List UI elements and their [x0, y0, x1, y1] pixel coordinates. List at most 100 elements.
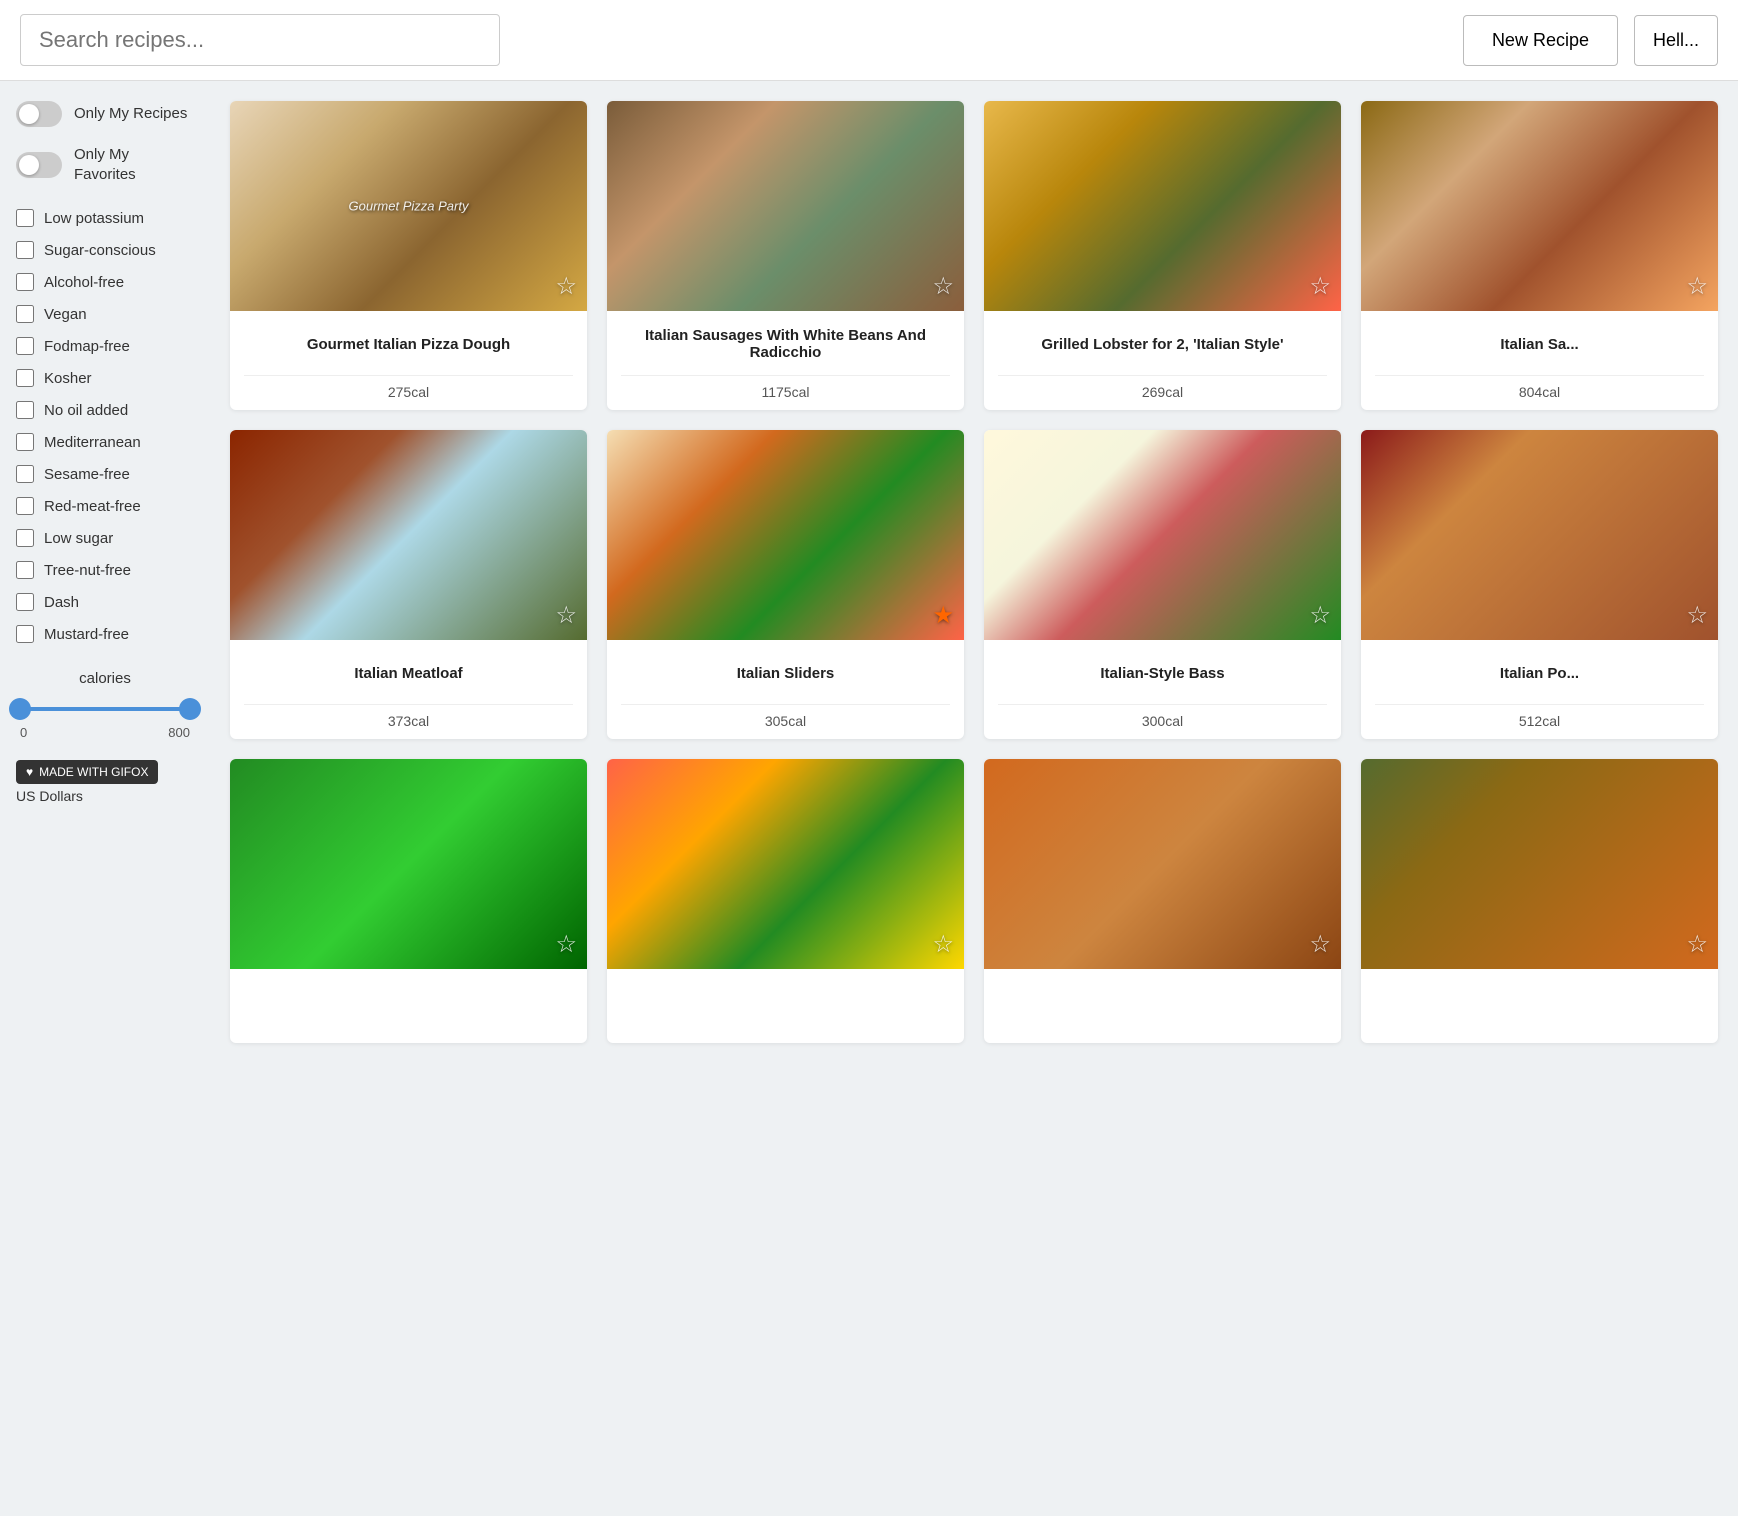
filter-label-tree-nut-free: Tree-nut-free — [44, 562, 131, 579]
filter-item-dash[interactable]: Dash — [16, 586, 194, 618]
favorite-star[interactable]: ☆ — [932, 930, 954, 959]
recipe-image — [984, 101, 1341, 311]
filter-item-red-meat-free[interactable]: Red-meat-free — [16, 490, 194, 522]
favorite-star[interactable]: ☆ — [932, 272, 954, 301]
filter-item-tree-nut-free[interactable]: Tree-nut-free — [16, 554, 194, 586]
filter-checkbox-fodmap-free[interactable] — [16, 337, 34, 355]
filter-item-mediterranean[interactable]: Mediterranean — [16, 426, 194, 458]
recipe-calories: 1175cal — [621, 375, 950, 400]
recipe-card-image-wrap: ☆ — [230, 759, 587, 969]
toggle-my-favorites[interactable] — [16, 152, 62, 178]
filter-item-mustard-free[interactable]: Mustard-free — [16, 618, 194, 650]
filter-label-kosher: Kosher — [44, 370, 92, 387]
recipe-image — [984, 759, 1341, 969]
favorite-star[interactable]: ☆ — [1309, 930, 1331, 959]
toggle-my-recipes-thumb[interactable] — [19, 104, 39, 124]
recipe-image — [1361, 430, 1718, 640]
search-input[interactable]: italian — [20, 14, 500, 66]
favorite-star[interactable]: ☆ — [1309, 601, 1331, 630]
recipe-card-image-wrap: ☆ — [984, 430, 1341, 640]
toggle-my-recipes[interactable] — [16, 101, 62, 127]
favorite-star[interactable]: ☆ — [1686, 272, 1708, 301]
filter-checkbox-mustard-free[interactable] — [16, 625, 34, 643]
favorite-star[interactable]: ☆ — [555, 601, 577, 630]
recipe-image — [607, 759, 964, 969]
filter-checkbox-alcohol-free[interactable] — [16, 273, 34, 291]
recipe-image — [1361, 101, 1718, 311]
favorite-star[interactable]: ☆ — [555, 272, 577, 301]
recipe-name: Italian Meatloaf — [244, 652, 573, 694]
favorite-star[interactable]: ☆ — [1686, 930, 1708, 959]
filter-label-low-sugar: Low sugar — [44, 530, 113, 547]
filter-checkbox-sesame-free[interactable] — [16, 465, 34, 483]
recipe-card[interactable]: Gourmet Pizza Party☆Gourmet Italian Pizz… — [230, 101, 587, 410]
recipe-card[interactable]: ☆ Italian Sausages With White Beans And R… — [607, 101, 964, 410]
filter-checkbox-red-meat-free[interactable] — [16, 497, 34, 515]
recipe-card-image-wrap: ★ — [607, 430, 964, 640]
currency-label: US Dollars — [16, 788, 194, 804]
slider-max-label: 800 — [168, 725, 190, 740]
recipe-card-image-wrap: ☆ — [984, 759, 1341, 969]
recipe-card-body: Italian Sausages With White Beans And Ra… — [607, 311, 964, 410]
filter-item-alcohol-free[interactable]: Alcohol-free — [16, 266, 194, 298]
favorite-star[interactable]: ☆ — [1309, 272, 1331, 301]
recipe-card[interactable]: ☆Italian-Style Bass300cal — [984, 430, 1341, 739]
favorite-star[interactable]: ☆ — [555, 930, 577, 959]
recipe-card[interactable]: ☆Grilled Lobster for 2, 'Italian Style'2… — [984, 101, 1341, 410]
filter-checkbox-dash[interactable] — [16, 593, 34, 611]
gifox-heart-icon: ♥ — [26, 765, 33, 779]
slider-min-label: 0 — [20, 725, 27, 740]
filter-item-vegan[interactable]: Vegan — [16, 298, 194, 330]
favorite-star[interactable]: ★ — [932, 601, 954, 630]
recipe-card-image-wrap: ☆ — [1361, 430, 1718, 640]
recipe-card[interactable]: ☆ — [230, 759, 587, 1043]
filter-checkbox-kosher[interactable] — [16, 369, 34, 387]
recipe-card[interactable]: ☆ — [984, 759, 1341, 1043]
toggle-my-favorites-thumb[interactable] — [19, 155, 39, 175]
slider-thumb-min[interactable] — [9, 698, 31, 720]
recipe-card-image-wrap: ☆ — [984, 101, 1341, 311]
recipe-card[interactable]: ☆ Italian Meatloaf 373cal — [230, 430, 587, 739]
favorite-star[interactable]: ☆ — [1686, 601, 1708, 630]
recipe-card-body — [607, 969, 964, 1043]
recipe-name: Italian Sausages With White Beans And Ra… — [621, 323, 950, 365]
recipe-card[interactable]: ☆ — [607, 759, 964, 1043]
filter-label-no-oil-added: No oil added — [44, 402, 128, 419]
hello-button[interactable]: Hell... — [1634, 15, 1718, 66]
toggle-my-favorites-row: Only My Favorites — [16, 145, 194, 184]
recipe-card[interactable]: ☆ — [1361, 759, 1718, 1043]
recipe-calories: 804cal — [1375, 375, 1704, 400]
filter-item-fodmap-free[interactable]: Fodmap-free — [16, 330, 194, 362]
filter-checkbox-vegan[interactable] — [16, 305, 34, 323]
recipes-grid: Gourmet Pizza Party☆Gourmet Italian Pizz… — [230, 101, 1718, 1043]
filter-checkbox-no-oil-added[interactable] — [16, 401, 34, 419]
filter-item-sugar-conscious[interactable]: Sugar-conscious — [16, 234, 194, 266]
filter-label-mustard-free: Mustard-free — [44, 626, 129, 643]
filter-item-sesame-free[interactable]: Sesame-free — [16, 458, 194, 490]
recipe-card-image-wrap: ☆ — [1361, 101, 1718, 311]
filter-label-alcohol-free: Alcohol-free — [44, 274, 124, 291]
recipe-name: Italian Sa... — [1375, 323, 1704, 365]
filter-checkbox-sugar-conscious[interactable] — [16, 241, 34, 259]
new-recipe-button[interactable]: New Recipe — [1463, 15, 1618, 66]
filter-checkbox-tree-nut-free[interactable] — [16, 561, 34, 579]
slider-thumb-max[interactable] — [179, 698, 201, 720]
filter-item-kosher[interactable]: Kosher — [16, 362, 194, 394]
filter-item-low-sugar[interactable]: Low sugar — [16, 522, 194, 554]
recipe-image — [230, 101, 587, 311]
filter-checkbox-low-potassium[interactable] — [16, 209, 34, 227]
main-layout: Only My Recipes Only My Favorites Low po… — [0, 81, 1738, 1063]
filter-label-sesame-free: Sesame-free — [44, 466, 130, 483]
recipe-card[interactable]: ☆ Italian Sa... 804cal — [1361, 101, 1718, 410]
toggle-my-recipes-label: Only My Recipes — [74, 104, 187, 124]
recipe-card[interactable]: ★Italian Sliders305cal — [607, 430, 964, 739]
filter-checkbox-mediterranean[interactable] — [16, 433, 34, 451]
filter-item-no-oil-added[interactable]: No oil added — [16, 394, 194, 426]
filter-item-low-potassium[interactable]: Low potassium — [16, 202, 194, 234]
recipe-calories: 512cal — [1375, 704, 1704, 729]
filter-checkbox-low-sugar[interactable] — [16, 529, 34, 547]
recipe-card-body — [230, 969, 587, 1043]
recipe-image — [607, 101, 964, 311]
recipe-calories: 373cal — [244, 704, 573, 729]
recipe-card[interactable]: ☆Italian Po...512cal — [1361, 430, 1718, 739]
